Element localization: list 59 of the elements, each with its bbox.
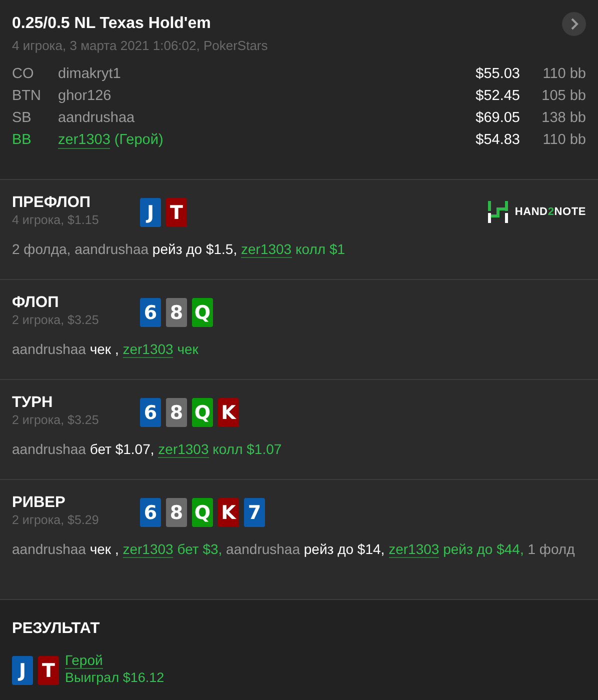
player-name: zer1303 (Герой) — [58, 132, 164, 148]
playing-card: J — [140, 198, 161, 227]
action-summary: aandrushaa бет $1.07, zer1303 колл $1.07 — [12, 440, 283, 460]
street-title: РИВЕР — [12, 494, 66, 512]
chevron-right-icon — [569, 18, 579, 30]
playing-card: T — [166, 198, 187, 227]
player-name: aandrushaa — [58, 110, 136, 126]
player-link[interactable]: zer1303 — [388, 541, 440, 558]
player-link[interactable]: zer1303 — [58, 132, 110, 149]
stack-bb: 138 bb — [540, 110, 586, 126]
action-summary: 2 фолда, aandrushaa рейз до $1.5, zer1303 колл $1 — [12, 240, 346, 260]
stack-bb: 105 bb — [540, 88, 586, 104]
player-link[interactable]: zer1303 — [122, 341, 174, 358]
result-title: РЕЗУЛЬТАТ — [12, 620, 101, 638]
street-info: 2 игрока, $3.25 — [12, 413, 100, 427]
stack-amount: $69.05 — [474, 110, 520, 126]
playing-card: Q — [192, 498, 213, 527]
position-label: BTN — [12, 88, 42, 104]
logo-icon — [486, 200, 509, 224]
stack-amount: $52.45 — [474, 88, 520, 104]
playing-card: 6 — [140, 398, 161, 427]
hand-info: 4 игрока, 3 марта 2021 1:06:02, PokerStars — [12, 38, 269, 53]
stack-bb: 110 bb — [542, 66, 586, 82]
playing-card: Q — [192, 398, 213, 427]
result-amount: Выиграл $16.12 — [65, 670, 164, 685]
hand-title: 0.25/0.5 NL Texas Hold'em — [12, 15, 211, 33]
playing-card: 8 — [166, 498, 187, 527]
street-info: 4 игрока, $1.15 — [12, 213, 100, 227]
playing-card: 6 — [140, 498, 161, 527]
stack-bb: 110 bb — [542, 132, 586, 148]
playing-card: K — [218, 398, 239, 427]
street-title: ПРЕФЛОП — [12, 194, 92, 212]
street-info: 2 игрока, $5.29 — [12, 513, 100, 527]
player-name: dimakryt1 — [58, 66, 122, 82]
brand-name: HAND2NOTE — [514, 206, 586, 218]
stack-amount: $54.83 — [474, 132, 520, 148]
position-label: BB — [12, 132, 32, 148]
playing-card: 8 — [166, 298, 187, 327]
street-title: ФЛОП — [12, 294, 60, 312]
action-summary: aandrushaa чек , zer1303 чек — [12, 340, 200, 360]
playing-card: 7 — [244, 498, 265, 527]
position-label: SB — [12, 110, 32, 126]
playing-card: 8 — [166, 398, 187, 427]
action-summary: aandrushaa чек , zer1303 бет $3, aandrushaa рейз до $14, zer1303 рейз до $44, 1 фолд — [12, 540, 576, 560]
street-title: ТУРН — [12, 394, 54, 412]
player-link[interactable]: zer1303 — [122, 541, 174, 558]
playing-card: 6 — [140, 298, 161, 327]
player-link[interactable]: Герой — [65, 652, 103, 669]
playing-card: K — [218, 498, 239, 527]
playing-card: J — [12, 656, 33, 685]
next-button[interactable] — [562, 12, 586, 36]
player-link[interactable]: zer1303 — [158, 441, 209, 458]
stack-amount: $55.03 — [474, 66, 520, 82]
player-link[interactable]: zer1303 — [241, 241, 292, 258]
player-name: ghor126 — [58, 88, 112, 104]
position-label: CO — [12, 66, 35, 82]
playing-card: T — [38, 656, 59, 685]
street-info: 2 игрока, $3.25 — [12, 313, 100, 327]
playing-card: Q — [192, 298, 213, 327]
